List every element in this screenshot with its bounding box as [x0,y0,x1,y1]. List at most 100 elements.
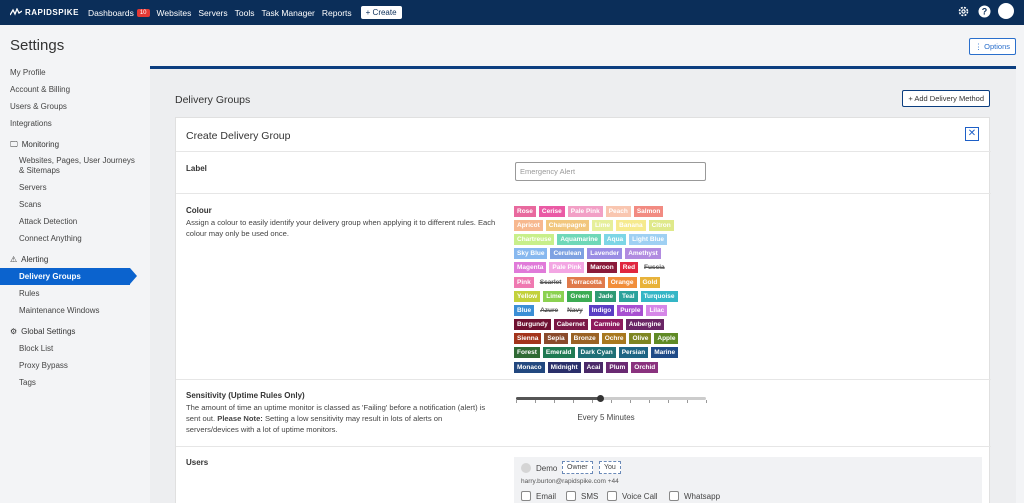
colour-chip[interactable]: Marine [651,347,679,359]
sms-option-label: SMS [581,491,599,501]
checkbox-box[interactable] [566,491,576,501]
colour-chip[interactable]: Magenta [514,262,547,274]
colour-chip[interactable]: Pale Pink [549,262,585,274]
colour-chip[interactable]: Banana [616,219,646,231]
colour-chip[interactable]: Indigo [588,304,615,316]
colour-chip[interactable]: Green [567,290,593,302]
nav-tools[interactable]: Tools [235,8,255,18]
email-checkbox[interactable]: Email [521,491,556,501]
colour-chip[interactable]: Citron [648,219,674,231]
whatsapp-checkbox[interactable]: Whatsapp [669,491,720,501]
colour-chip[interactable]: Gold [639,276,661,288]
sensitivity-slider[interactable] [516,395,707,403]
colour-chip[interactable]: Forest [514,347,540,359]
colour-chip[interactable]: Cabernet [553,319,588,331]
nav-servers[interactable]: Servers [198,8,227,18]
sidebar-item-attack-detection[interactable]: Attack Detection [0,213,140,230]
colour-chip[interactable]: Olive [629,333,652,345]
nav-dashboards[interactable]: Dashboards 10 [88,8,150,18]
gear-icon[interactable] [956,4,970,18]
colour-chip[interactable]: Aqua [603,233,627,245]
checkbox-box[interactable] [669,491,679,501]
colour-chip[interactable]: Blue [514,304,535,316]
colour-chip[interactable]: Plum [606,361,629,373]
sidebar-item-integrations[interactable]: Integrations [0,115,140,132]
sidebar-item-websites[interactable]: Websites, Pages, User Journeys & Sitemap… [0,153,140,179]
sidebar-item-block-list[interactable]: Block List [0,340,140,357]
colour-chip[interactable]: Pink [514,276,534,288]
colour-chip[interactable]: Aubergine [625,319,665,331]
sidebar-item-scans[interactable]: Scans [0,196,140,213]
colour-chip[interactable]: Champagne [545,219,589,231]
colour-chip[interactable]: Light Blue [629,233,667,245]
sidebar-item-rules[interactable]: Rules [0,285,140,302]
nav-task-manager[interactable]: Task Manager [261,8,314,18]
brand-logo[interactable]: RAPIDSPIKE [10,8,88,17]
colour-chip[interactable]: Dark Cyan [577,347,616,359]
sidebar-item-tags[interactable]: Tags [0,374,140,391]
sidebar-item-delivery-groups[interactable]: Delivery Groups [0,268,137,285]
sms-checkbox[interactable]: SMS [566,491,598,501]
colour-chip[interactable]: Aquamarine [557,233,601,245]
colour-chip[interactable]: Yellow [514,290,541,302]
colour-chip[interactable]: Apricot [514,219,543,231]
colour-chip[interactable]: Sienna [514,333,542,345]
options-button[interactable]: ⋮ Options [968,38,1016,55]
colour-chip[interactable]: Sepia [544,333,568,345]
voice-call-checkbox[interactable]: Voice Call [607,491,658,501]
colour-chip[interactable]: Lilac [646,304,668,316]
email-option-label: Email [536,491,557,501]
colour-chip[interactable]: Chartreuse [514,233,555,245]
nav-websites[interactable]: Websites [157,8,192,18]
colour-chip[interactable]: Orchid [631,361,659,373]
colour-chip[interactable]: Purple [617,304,644,316]
create-button[interactable]: + Create [360,6,402,19]
colour-chip[interactable]: Midnight [547,361,581,373]
colour-chip[interactable]: Persian [618,347,649,359]
nav-reports[interactable]: Reports [322,8,352,18]
checkbox-box[interactable] [607,491,617,501]
colour-chip[interactable]: Acai [583,361,604,373]
colour-chip[interactable]: Apple [654,333,679,345]
colour-chip[interactable]: Pale Pink [567,205,603,217]
label-input[interactable]: Emergency Alert [515,162,706,181]
colour-chip[interactable]: Burgundy [514,319,551,331]
slider-thumb[interactable] [596,395,604,402]
colour-chip[interactable]: Jade [595,290,617,302]
colour-chip[interactable]: Red [619,262,639,274]
colour-chip[interactable]: Cerulean [550,248,585,260]
colour-chip[interactable]: Lime [543,290,565,302]
sidebar-item-servers[interactable]: Servers [0,179,140,196]
sidebar-item-maintenance-windows[interactable]: Maintenance Windows [0,302,140,319]
colour-chip[interactable]: Cerise [538,205,565,217]
sidebar-item-connect-anything[interactable]: Connect Anything [0,230,140,247]
colour-chip[interactable]: Bronze [570,333,599,345]
close-icon[interactable]: ✕ [965,127,979,141]
colour-chip[interactable]: Terracotta [567,276,605,288]
checkbox-box[interactable] [521,491,531,501]
colour-chip[interactable]: Lime [591,219,614,231]
colour-chip[interactable]: Lavender [587,248,623,260]
sidebar-item-proxy-bypass[interactable]: Proxy Bypass [0,357,140,374]
slider-tick [592,400,593,403]
add-delivery-method-button[interactable]: + Add Delivery Method [902,90,990,107]
user-entry: Demo Owner You harry.burton@rapidspike.c… [514,457,982,503]
colour-chip[interactable]: Turquoise [640,290,678,302]
colour-chip[interactable]: Amethyst [625,248,661,260]
colour-chip[interactable]: Emerald [542,347,575,359]
colour-chip[interactable]: Peach [605,205,631,217]
colour-chip[interactable]: Carmine [590,319,623,331]
colour-chip[interactable]: Sky Blue [514,248,548,260]
colour-chip[interactable]: Orange [607,276,637,288]
user-avatar[interactable] [998,3,1014,19]
sidebar-item-account-billing[interactable]: Account & Billing [0,81,140,98]
colour-chip[interactable]: Salmon [633,205,664,217]
colour-chip[interactable]: Teal [619,290,638,302]
colour-chip[interactable]: Ochre [601,333,627,345]
colour-chip[interactable]: Maroon [587,262,617,274]
sidebar-item-my-profile[interactable]: My Profile [0,64,140,81]
colour-chip[interactable]: Monaco [514,361,545,373]
colour-chip[interactable]: Rose [514,205,536,217]
help-icon[interactable]: ? [977,4,991,18]
sidebar-item-users-groups[interactable]: Users & Groups [0,98,140,115]
